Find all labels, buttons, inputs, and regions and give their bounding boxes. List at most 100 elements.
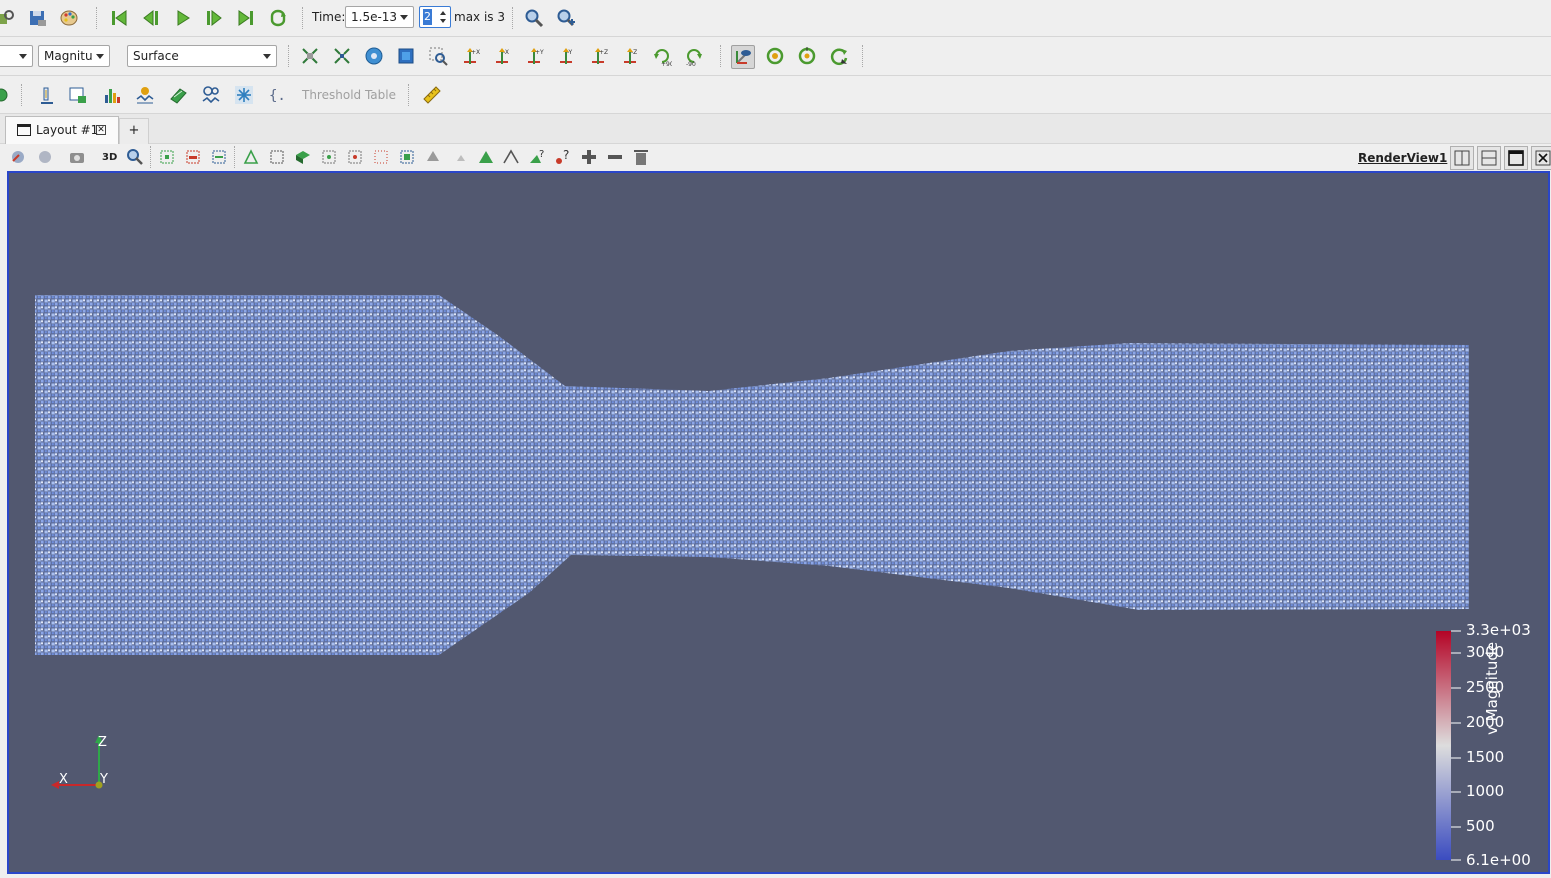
spreadsheet-view-icon[interactable]: [67, 84, 89, 106]
threshold-table-label[interactable]: Threshold Table: [302, 85, 396, 105]
python-calculator-icon[interactable]: {..}: [267, 84, 289, 106]
palette-icon[interactable]: [59, 7, 81, 29]
select-block-icon[interactable]: [292, 146, 314, 168]
legend-tick-label: 500: [1466, 817, 1495, 835]
layout-window-icon: [17, 124, 31, 136]
select-triangle-icon[interactable]: [475, 146, 497, 168]
color-legend-ticks: [1451, 630, 1461, 861]
rotate-plus-90-icon[interactable]: +90: [651, 45, 673, 67]
query-selection-icon[interactable]: ?: [526, 146, 548, 168]
svg-text:-Z: -Z: [631, 49, 637, 56]
last-frame-icon[interactable]: [235, 7, 257, 29]
zoom-to-box-icon[interactable]: [363, 45, 385, 67]
save-state-icon[interactable]: [27, 7, 49, 29]
legend-max-label: 3.3e+03: [1466, 621, 1531, 639]
query-points-icon[interactable]: ?: [552, 146, 574, 168]
select-cells-through-icon[interactable]: [208, 146, 230, 168]
svg-text:{..}: {..}: [269, 88, 288, 104]
glyph-icon[interactable]: [233, 84, 255, 106]
spin-down-icon[interactable]: [440, 19, 446, 23]
svg-text:?: ?: [539, 149, 544, 160]
timestep-spinbox[interactable]: 2: [419, 6, 451, 28]
coloring-variable-combo[interactable]: [0, 45, 33, 67]
select-polygon-icon[interactable]: [266, 146, 288, 168]
filters-toolbar: {..} Threshold Table: [0, 76, 1551, 114]
toolbar-separator: [408, 84, 411, 106]
grow-selection-icon[interactable]: [422, 146, 444, 168]
coloring-component-combo[interactable]: Magnitu: [38, 45, 110, 67]
add-layout-tab-button[interactable]: +: [119, 118, 149, 144]
capture-screenshot-icon[interactable]: [66, 146, 88, 168]
plot-data-icon[interactable]: [134, 84, 156, 106]
svg-text:+Y: +Y: [535, 49, 544, 56]
center-on-data-icon[interactable]: [395, 45, 417, 67]
pick-center-icon[interactable]: [796, 45, 818, 67]
svg-text:-90: -90: [686, 61, 696, 66]
zoom-to-data-icon[interactable]: [523, 7, 545, 29]
split-vertical-icon[interactable]: [1477, 146, 1501, 170]
axis-y-label: Y: [100, 772, 108, 787]
chevron-down-icon: [19, 54, 27, 59]
plot-over-line-icon[interactable]: [35, 84, 57, 106]
select-points-through-icon[interactable]: [240, 146, 262, 168]
view-minus-z-icon[interactable]: -Z: [619, 45, 641, 67]
close-icon[interactable]: ✕: [96, 125, 106, 135]
reset-camera-view-icon[interactable]: [8, 146, 30, 168]
view-plus-x-icon[interactable]: +X: [459, 45, 481, 67]
interactive-select-points-icon[interactable]: [344, 146, 366, 168]
extract-block-icon[interactable]: [167, 84, 189, 106]
subtract-selection-icon[interactable]: [604, 146, 626, 168]
select-zoom-icon[interactable]: [427, 45, 449, 67]
render-view[interactable]: Z X Y 3.3e+03 3000 2500 2000 1500 1000 5…: [7, 171, 1550, 874]
toggle-3d-button[interactable]: 3D: [102, 148, 117, 168]
chevron-down-icon: [400, 15, 408, 20]
find-data-icon[interactable]: [0, 7, 16, 29]
interactive-select-cells-icon[interactable]: [318, 146, 340, 168]
clear-selection-icon[interactable]: [630, 146, 652, 168]
ruler-icon[interactable]: [421, 84, 443, 106]
legend-min-label: 6.1e+00: [1466, 851, 1531, 869]
center-axes-icon[interactable]: [764, 45, 786, 67]
show-orientation-axes-icon[interactable]: [731, 45, 755, 69]
zoom-view-icon[interactable]: [124, 146, 146, 168]
spin-up-icon[interactable]: [440, 11, 446, 15]
representation-combo[interactable]: Surface: [127, 45, 277, 67]
coloring-component-value: Magnitu: [44, 49, 93, 63]
select-edge-icon[interactable]: [500, 146, 522, 168]
hover-cells-icon[interactable]: [396, 146, 418, 168]
reset-camera-closest-icon[interactable]: [331, 45, 353, 67]
chevron-down-icon: [96, 54, 104, 59]
shrink-selection-icon[interactable]: [450, 146, 472, 168]
calculator-icon[interactable]: [0, 84, 12, 106]
svg-text:+X: +X: [471, 49, 480, 56]
zoom-closest-icon[interactable]: [555, 7, 577, 29]
previous-frame-icon[interactable]: [140, 7, 162, 29]
add-selection-icon[interactable]: [578, 146, 600, 168]
maximize-view-icon[interactable]: [1504, 146, 1528, 170]
view-minus-x-icon[interactable]: -X: [491, 45, 513, 67]
first-frame-icon[interactable]: [108, 7, 130, 29]
view-name-label[interactable]: RenderView1: [1358, 148, 1447, 168]
view-plus-y-icon[interactable]: +Y: [523, 45, 545, 67]
next-frame-icon[interactable]: [203, 7, 225, 29]
split-horizontal-icon[interactable]: [1450, 146, 1474, 170]
render-canvas[interactable]: [9, 173, 1548, 872]
close-view-icon[interactable]: [1531, 146, 1551, 170]
select-points-on-icon[interactable]: [182, 146, 204, 168]
time-value-combo[interactable]: 1.5e-13: [345, 6, 414, 28]
rotate-minus-90-icon[interactable]: -90: [683, 45, 705, 67]
select-cells-on-icon[interactable]: [156, 146, 178, 168]
reset-center-icon[interactable]: [828, 45, 850, 67]
play-icon[interactable]: [172, 7, 194, 29]
toolbar-separator: [302, 7, 305, 29]
histogram-icon[interactable]: [101, 84, 123, 106]
chevron-down-icon: [263, 54, 271, 59]
view-minus-y-icon[interactable]: -Y: [555, 45, 577, 67]
hover-points-icon[interactable]: [370, 146, 392, 168]
probe-icon[interactable]: [200, 84, 222, 106]
tab-layout-1[interactable]: Layout #1 ✕: [5, 116, 119, 144]
loop-icon[interactable]: [267, 7, 289, 29]
reset-camera-icon[interactable]: [299, 45, 321, 67]
view-plus-z-icon[interactable]: +Z: [587, 45, 609, 67]
redo-camera-icon[interactable]: [34, 146, 56, 168]
